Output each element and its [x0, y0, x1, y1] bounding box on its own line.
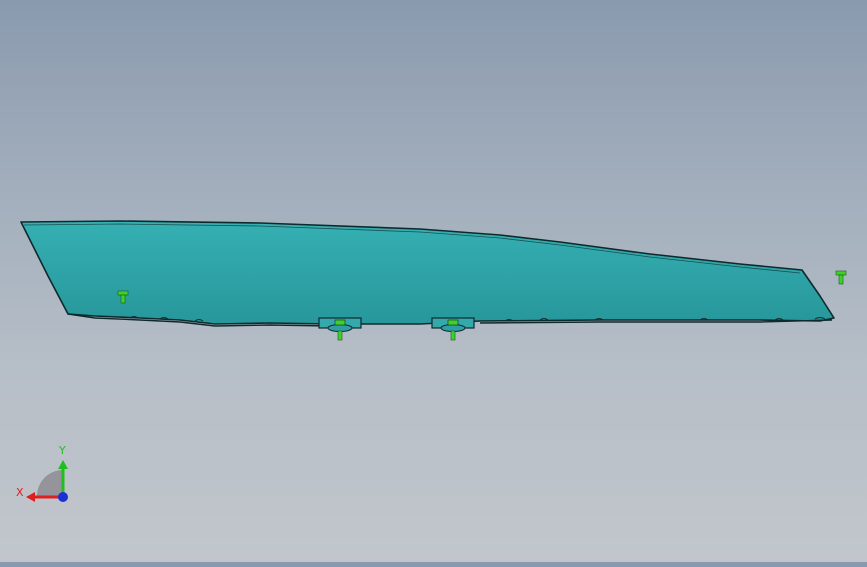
mounting-clip-left[interactable]	[318, 317, 362, 341]
mounting-clip-right[interactable]	[431, 317, 475, 341]
graphics-viewport[interactable]: X Y	[0, 0, 867, 562]
glass-panel[interactable]	[20, 220, 835, 327]
triad-y-label: Y	[59, 444, 66, 457]
fastener-right[interactable]	[835, 270, 847, 285]
triad-x-label: X	[16, 486, 24, 499]
triad-z-axis	[58, 492, 68, 502]
triad-y-arrow	[58, 460, 68, 469]
triad-plane-quadrant	[37, 470, 63, 496]
view-orientation-triad[interactable]	[26, 460, 68, 502]
glass-panel-face[interactable]	[20, 220, 835, 325]
model-canvas[interactable]	[0, 0, 867, 562]
triad-x-arrow	[26, 492, 35, 502]
